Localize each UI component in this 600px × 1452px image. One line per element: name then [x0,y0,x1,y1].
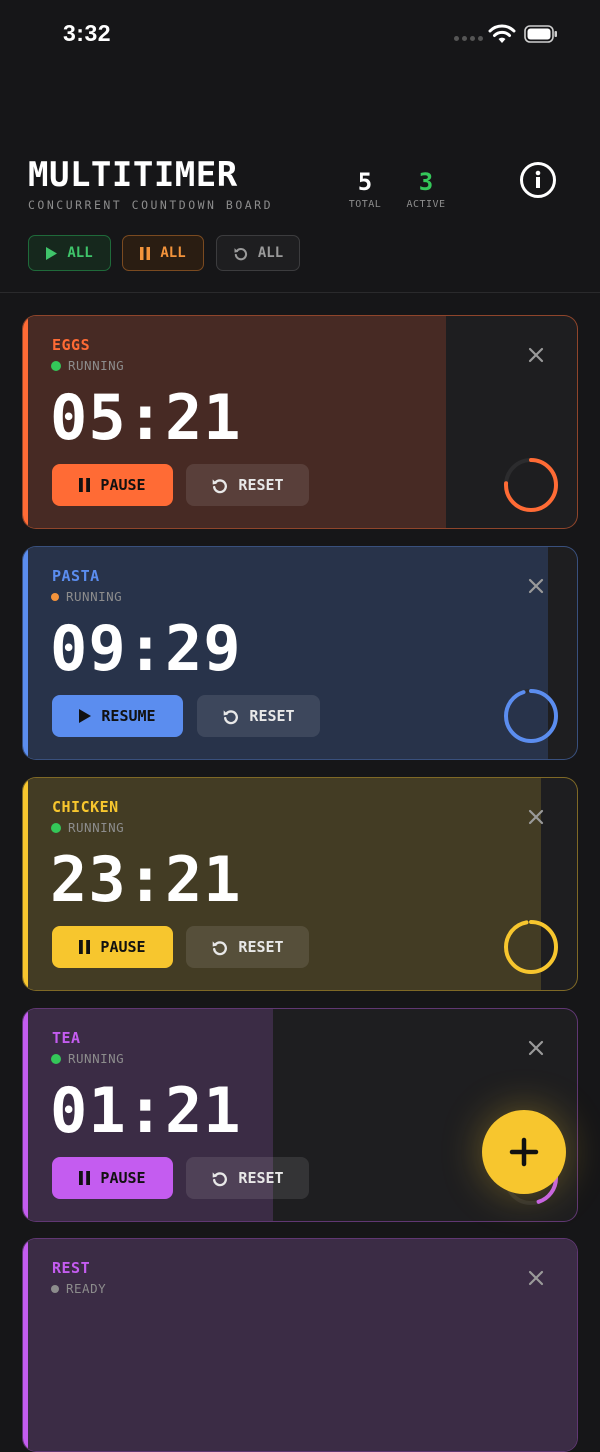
progress-ring [504,920,558,974]
timer-card-chicken: CHICKEN RUNNING 23:21 PAUSE RESET [22,777,578,991]
pause-all-label: ALL [160,245,186,261]
progress-fill [23,1239,577,1451]
pause-label: PAUSE [100,1169,146,1187]
reset-icon [224,709,239,724]
status-time: 3:32 [63,20,112,46]
timer-state-label: RUNNING [68,820,125,835]
header-divider [0,292,600,293]
info-button[interactable] [520,162,556,198]
close-icon[interactable] [526,576,546,596]
pause-all-button[interactable]: ALL [122,235,204,271]
timer-state: RUNNING [51,1051,124,1066]
close-icon[interactable] [526,807,546,827]
timer-name: PASTA [52,567,100,585]
reset-button[interactable]: RESET [186,926,309,968]
total-stat: 5 TOTAL [346,168,384,210]
reset-button[interactable]: RESET [197,695,320,737]
progress-ring [504,458,558,512]
reset-label: RESET [249,707,295,725]
pause-icon [140,246,151,260]
timer-name: EGGS [52,336,91,354]
play-all-button[interactable]: ALL [28,235,111,271]
close-icon[interactable] [526,1038,546,1058]
reset-all-button[interactable]: ALL [216,235,300,271]
timer-state: RUNNING [51,358,124,373]
total-label: TOTAL [348,199,382,210]
timer-clock: 09:29 [50,612,242,685]
resume-label: RESUME [101,707,156,725]
reset-icon [213,1171,228,1186]
timer-state-label: READY [66,1281,107,1296]
active-label: ACTIVE [406,199,446,210]
status-dot-icon [51,1053,61,1064]
accent-stripe [23,316,28,528]
timer-card-eggs: EGGS RUNNING 05:21 PAUSE RESET [22,315,578,529]
timer-card-rest: REST READY [22,1238,578,1452]
accent-stripe [23,547,28,759]
timer-name: REST [52,1259,91,1277]
pause-button[interactable]: PAUSE [52,926,173,968]
info-circle-icon [535,170,541,188]
status-dot-icon [51,360,61,371]
active-stat: 3 ACTIVE [402,168,450,210]
pause-icon [79,940,91,954]
timer-card-pasta: PASTA RUNNING 09:29 RESUME RESET [22,546,578,760]
plus-icon [509,1137,539,1167]
timer-state: RUNNING [51,820,124,835]
pause-icon [79,1171,91,1185]
play-icon [79,709,92,723]
app-subtitle: CONCURRENT COUNTDOWN BOARD [28,198,274,212]
timer-clock: 23:21 [50,843,242,916]
reset-button[interactable]: RESET [186,464,309,506]
status-bar: 3:32 [0,0,600,70]
timer-name: TEA [52,1029,81,1047]
close-icon[interactable] [526,345,546,365]
accent-stripe [23,1009,28,1221]
pause-icon [79,478,91,492]
play-icon [46,246,58,260]
status-dot-icon [51,592,59,601]
pause-button[interactable]: PAUSE [52,1157,173,1199]
active-count: 3 [418,168,434,196]
close-icon[interactable] [526,1268,546,1288]
resume-button[interactable]: RESUME [52,695,183,737]
timer-card-tea: TEA RUNNING 01:21 PAUSE RESET [22,1008,578,1222]
reset-label: RESET [238,476,284,494]
progress-ring [504,689,558,743]
status-dot-icon [51,822,61,833]
accent-stripe [23,1239,28,1451]
reset-label: RESET [238,1169,284,1187]
cellular-signal-icon [454,36,483,41]
reset-button[interactable]: RESET [186,1157,309,1199]
timer-state: READY [51,1281,106,1296]
play-all-label: ALL [67,245,93,261]
pause-button[interactable]: PAUSE [52,464,173,506]
timer-state-label: RUNNING [68,358,125,373]
total-count: 5 [357,168,373,196]
timer-state: RUNNING [51,589,122,604]
add-timer-button[interactable] [482,1110,566,1194]
timer-name: CHICKEN [52,798,119,816]
reset-icon [234,247,247,260]
status-dot-icon [51,1284,59,1293]
pause-label: PAUSE [100,476,146,494]
timer-state-label: RUNNING [66,589,123,604]
accent-stripe [23,778,28,990]
wifi-icon [488,24,516,43]
app-title: MULTITIMER [28,155,238,195]
reset-icon [213,940,228,955]
timer-clock: 05:21 [50,381,242,454]
timer-clock: 01:21 [50,1074,242,1147]
pause-label: PAUSE [100,938,146,956]
timer-state-label: RUNNING [68,1051,125,1066]
battery-icon [524,25,557,43]
reset-label: RESET [238,938,284,956]
reset-all-label: ALL [257,245,284,261]
reset-icon [213,478,228,493]
